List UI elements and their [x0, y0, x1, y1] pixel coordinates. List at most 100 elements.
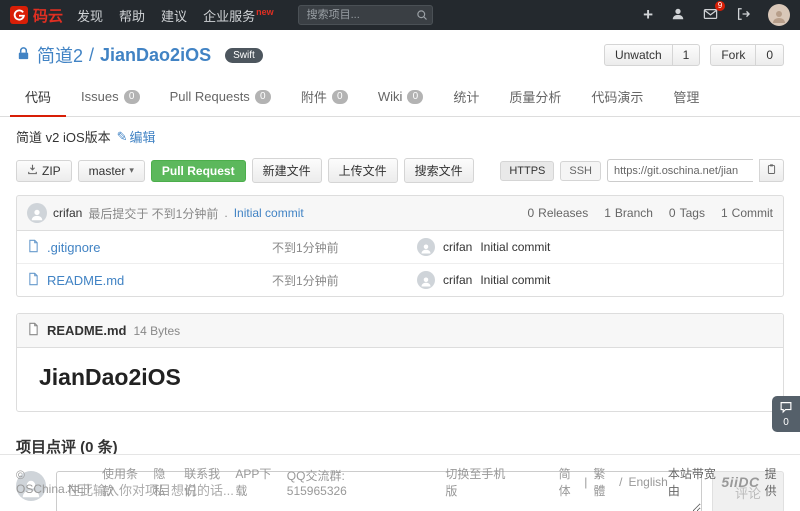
- 5iidc-logo[interactable]: 5iiDC: [721, 474, 759, 490]
- unwatch-button[interactable]: Unwatch: [603, 44, 673, 66]
- nav-item-help[interactable]: 帮助: [119, 6, 145, 25]
- tab-quality[interactable]: 质量分析: [494, 78, 576, 117]
- repo-actions: Unwatch 1 Fork 0: [603, 44, 784, 66]
- nav-item-enterprise[interactable]: 企业服务new: [203, 6, 274, 25]
- file-commit-cell: crifan Initial commit: [417, 271, 773, 289]
- footer-link-contact[interactable]: 联系我们: [184, 465, 225, 499]
- search-file-button[interactable]: 搜索文件: [403, 158, 474, 183]
- edit-label: 编辑: [129, 130, 156, 145]
- tab-demo-label: 代码演示: [591, 90, 644, 105]
- tab-issues[interactable]: Issues 0: [66, 78, 155, 117]
- table-row[interactable]: .gitignore 不到1分钟前 crifan Initial commit: [17, 231, 783, 263]
- zip-label: ZIP: [42, 163, 61, 178]
- branches-count: 1: [604, 206, 611, 220]
- tab-quality-label: 质量分析: [509, 90, 562, 105]
- repo-toolbar: ZIP master ▾ Pull Request 新建文件 上传文件 搜索文件…: [0, 154, 800, 183]
- edit-description-link[interactable]: ✎ 编辑: [117, 127, 156, 146]
- nav-item-enterprise-label: 企业服务: [203, 8, 256, 24]
- file-commit-cell: crifan Initial commit: [417, 238, 773, 256]
- create-new-button[interactable]: +: [643, 6, 653, 23]
- gitee-logo-icon: [10, 6, 28, 24]
- tab-wiki[interactable]: Wiki 0: [363, 78, 439, 117]
- repo-title-separator: /: [89, 44, 95, 65]
- branch-name: master: [88, 163, 126, 178]
- branch-selector[interactable]: master ▾: [77, 159, 145, 182]
- repo-tabs: 代码 Issues 0 Pull Requests 0 附件 0 Wiki 0 统计 质…: [0, 78, 800, 117]
- nav-item-suggest[interactable]: 建议: [161, 6, 187, 25]
- file-icon: [27, 322, 40, 339]
- commit-author: crifan: [53, 206, 83, 220]
- file-name-cell: .gitignore: [27, 239, 272, 256]
- fork-count[interactable]: 0: [755, 44, 784, 66]
- readme-header: README.md 14 Bytes: [17, 314, 783, 348]
- tab-statistics[interactable]: 统计: [438, 78, 494, 117]
- repo-header: 简道2 / JianDao2iOS Swift Unwatch 1 Fork 0: [0, 30, 800, 76]
- branches-label: Branch: [614, 206, 653, 220]
- footer-link-privacy[interactable]: 隐私: [153, 465, 174, 499]
- clone-url-input[interactable]: [607, 159, 753, 182]
- releases-stat[interactable]: 0 Releases: [527, 206, 588, 220]
- lang-simplified-link[interactable]: 简 体: [559, 465, 579, 499]
- readme-size: 14 Bytes: [133, 323, 181, 338]
- latest-commit-info: crifan 最后提交于 不到1分钟前 . Initial commit: [27, 203, 304, 223]
- tags-stat[interactable]: 0 Tags: [669, 206, 705, 220]
- mobile-version-link[interactable]: 切换至手机版: [445, 465, 508, 499]
- user-avatar[interactable]: [768, 4, 790, 26]
- navbar-right: + 9: [643, 0, 790, 26]
- comment-widget-count: 0: [783, 417, 789, 428]
- tab-demo[interactable]: 代码演示: [576, 78, 658, 117]
- tab-attachments[interactable]: 附件 0: [286, 78, 363, 117]
- file-link[interactable]: .gitignore: [47, 240, 100, 255]
- page: 码云 发现 帮助 建议 企业服务new + 9: [0, 0, 800, 511]
- tab-wiki-count: 0: [407, 89, 424, 104]
- footer: © OSChina.NET 使用条款 隐私 联系我们 APP下载 QQ交流群: …: [0, 454, 800, 511]
- tab-attachments-label: 附件: [300, 90, 327, 105]
- latest-commit-bar: crifan 最后提交于 不到1分钟前 . Initial commit 0 Re…: [16, 195, 784, 231]
- repo-description: 简道 v2 iOS版本: [16, 130, 111, 145]
- table-row[interactable]: README.md 不到1分钟前 crifan Initial commit: [17, 263, 783, 296]
- nav-item-discover[interactable]: 发现: [77, 6, 103, 25]
- tab-pr-count: 0: [254, 89, 271, 104]
- gitee-logo[interactable]: 码云: [10, 5, 63, 26]
- releases-count: 0: [527, 206, 535, 220]
- lang-traditional-link[interactable]: 繁 體: [593, 465, 613, 499]
- branches-stat[interactable]: 1 Branch: [604, 206, 653, 220]
- commits-label: Commit: [731, 206, 773, 220]
- primary-nav: 发现 帮助 建议 企业服务new: [77, 6, 274, 25]
- upload-file-button[interactable]: 上传文件: [327, 158, 398, 183]
- logout-button[interactable]: [736, 7, 751, 24]
- new-file-button[interactable]: 新建文件: [251, 158, 322, 183]
- file-commit-avatar: [417, 271, 435, 289]
- commits-stat[interactable]: 1 Commit: [721, 206, 773, 220]
- profile-button[interactable]: [671, 7, 685, 24]
- file-link[interactable]: README.md: [47, 273, 124, 288]
- tab-pull-requests[interactable]: Pull Requests 0: [155, 78, 286, 117]
- unwatch-count[interactable]: 1: [671, 44, 701, 66]
- repo-owner-link[interactable]: 简道2: [37, 42, 83, 68]
- tab-code[interactable]: 代码: [10, 78, 67, 117]
- footer-link-app[interactable]: APP下载: [235, 465, 276, 499]
- pull-request-button[interactable]: Pull Request: [150, 159, 246, 182]
- download-zip-button[interactable]: ZIP: [16, 159, 72, 182]
- commit-message-link[interactable]: Initial commit: [234, 206, 304, 220]
- tab-wiki-label: Wiki: [377, 89, 403, 104]
- readme-content: JianDao2iOS: [17, 348, 783, 411]
- repo-name-link[interactable]: JianDao2iOS: [100, 45, 211, 66]
- comment-count-widget[interactable]: 0: [772, 396, 800, 432]
- gitee-logo-text: 码云: [33, 7, 64, 25]
- copy-url-button[interactable]: [759, 159, 784, 182]
- file-time: 不到1分钟前: [272, 273, 339, 288]
- https-toggle[interactable]: HTTPS: [500, 160, 555, 181]
- readme-heading: JianDao2iOS: [39, 364, 181, 390]
- lang-english-link[interactable]: English: [628, 475, 667, 489]
- nav-search: [297, 5, 433, 25]
- messages-button[interactable]: 9: [703, 0, 725, 24]
- tab-manage[interactable]: 管理: [658, 78, 714, 117]
- footer-link-terms[interactable]: 使用条款: [102, 465, 143, 499]
- ssh-toggle[interactable]: SSH: [560, 160, 601, 181]
- fork-button[interactable]: Fork: [710, 44, 757, 66]
- clipboard-icon: [766, 163, 777, 178]
- tags-count: 0: [668, 206, 676, 220]
- search-input[interactable]: [297, 5, 433, 25]
- file-commit-avatar: [417, 238, 435, 256]
